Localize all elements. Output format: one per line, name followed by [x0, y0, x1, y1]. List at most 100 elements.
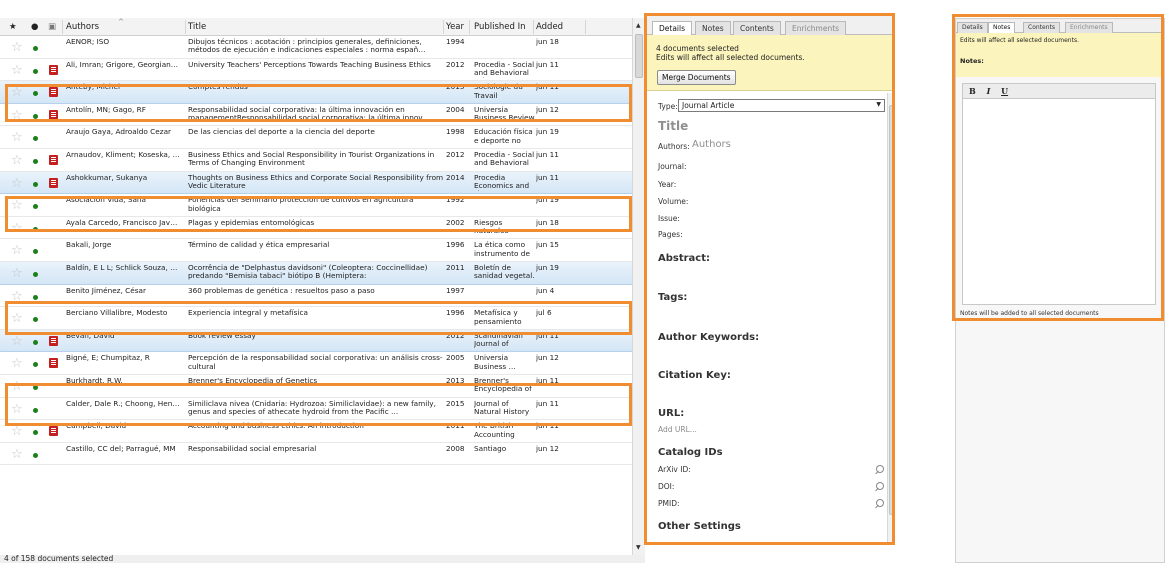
star-icon[interactable]: ☆ — [11, 245, 23, 257]
cell-title: Comptes rendus — [188, 83, 248, 92]
cell-authors: Ayala Carcedo, Francisco Jav… — [66, 218, 178, 227]
star-icon[interactable]: ☆ — [11, 358, 23, 370]
favourite-column-header[interactable]: ★ — [9, 22, 17, 32]
table-row[interactable]: ☆ Anteby, Michel Comptes rendus 2015 Sociolo… — [0, 81, 632, 104]
star-icon[interactable]: ☆ — [11, 110, 23, 122]
star-icon[interactable]: ☆ — [11, 178, 23, 190]
table-row[interactable]: ☆ Araujo Gaya, Adroaldo Cezar De las cienc… — [0, 126, 632, 149]
pmid-lookup-search-icon[interactable] — [874, 499, 884, 509]
star-icon[interactable]: ☆ — [11, 65, 23, 77]
table-row[interactable]: ☆ Castillo, CC del; Parragué, MM Responsab… — [0, 442, 632, 466]
title-column-header[interactable]: Title — [188, 22, 206, 32]
pdf-file-icon[interactable] — [49, 177, 58, 188]
star-icon[interactable]: ☆ — [11, 404, 23, 416]
table-row[interactable]: ☆ Baldín, E L L; Schlick Souza, … Ocorrênc… — [0, 261, 632, 285]
tab-enrichments[interactable]: Enrichments — [785, 21, 847, 35]
star-icon[interactable]: ☆ — [11, 132, 23, 144]
pdf-file-icon[interactable] — [49, 335, 58, 346]
star-icon[interactable]: ☆ — [11, 426, 23, 438]
table-row[interactable]: ☆ Arnaudov, Kliment; Koseska, … Business E… — [0, 148, 632, 172]
tab-enrichments[interactable]: Enrichments — [1065, 22, 1113, 33]
table-row[interactable]: ☆ Bevan, David Book review essay 2012 Scandi… — [0, 329, 632, 353]
star-icon[interactable]: ☆ — [11, 42, 23, 54]
author-keywords-section-title[interactable]: Author Keywords: — [658, 332, 759, 343]
table-row[interactable]: ☆ Ali, Imran; Grigore, Georgian… Universit… — [0, 58, 632, 82]
details-tab-bar: Details Notes Contents Enrichments — [646, 15, 894, 36]
doi-lookup-search-icon[interactable] — [874, 482, 884, 492]
table-row[interactable]: ☆ Ayala Carcedo, Francisco Jav… Plagas y e… — [0, 216, 632, 240]
authors-column-header[interactable]: Authors — [66, 22, 99, 32]
cell-year: 2011 — [446, 422, 465, 431]
read-column-header[interactable]: ● — [31, 22, 38, 32]
star-icon[interactable]: ☆ — [11, 449, 23, 461]
notes-tab-bar: Details Notes Contents Enrichments — [956, 19, 1164, 34]
bold-button[interactable]: B — [969, 86, 976, 96]
authors-field[interactable]: Authors — [692, 139, 731, 150]
star-icon[interactable]: ☆ — [11, 291, 23, 303]
table-row[interactable]: ☆ Ashokkumar, Sukanya Thoughts on Business… — [0, 171, 632, 195]
underline-button[interactable]: U — [1001, 86, 1008, 96]
abstract-section-title[interactable]: Abstract: — [658, 253, 710, 264]
cell-year: 2015 — [446, 83, 465, 92]
tags-section-title[interactable]: Tags: — [658, 292, 687, 303]
table-row[interactable]: ☆ Antolín, MN; Gago, RF Responsabilidad so… — [0, 103, 632, 127]
star-icon[interactable]: ☆ — [11, 268, 23, 280]
table-row[interactable]: ☆ AENOR; ISO Dibujos técnicos : acotación … — [0, 36, 632, 59]
scroll-down-arrow-icon[interactable]: ▼ — [636, 544, 641, 551]
table-row[interactable]: ☆ Campbell, David Accounting and business … — [0, 420, 632, 443]
tab-contents[interactable]: Contents — [733, 21, 781, 35]
tab-contents[interactable]: Contents — [1023, 22, 1060, 33]
cell-year: 1994 — [446, 38, 465, 46]
scroll-up-arrow-icon[interactable]: ▲ — [636, 22, 641, 29]
arxiv-lookup-search-icon[interactable] — [874, 465, 884, 475]
italic-button[interactable]: I — [987, 86, 991, 96]
cell-added: jun 11 — [536, 399, 559, 408]
add-url-link[interactable]: Add URL... — [658, 425, 697, 434]
notes-editor[interactable] — [962, 99, 1156, 305]
journal-label[interactable]: Journal: — [658, 162, 686, 171]
file-column-header[interactable]: ▣ — [48, 22, 56, 32]
cell-published-in: Sociologie du Travail — [474, 83, 523, 100]
table-row[interactable]: ☆ Calder, Dale R.; Choong, Hen… Similiclav… — [0, 397, 632, 421]
star-icon[interactable]: ☆ — [11, 223, 23, 235]
star-icon[interactable]: ☆ — [11, 87, 23, 99]
pdf-file-icon[interactable] — [49, 64, 58, 75]
pdf-file-icon[interactable] — [49, 87, 58, 98]
cell-authors: Ashokkumar, Sukanya — [66, 173, 148, 182]
details-scroll-thumb[interactable] — [889, 105, 894, 515]
document-type-select[interactable]: Journal Article ▼ — [678, 99, 885, 112]
star-icon[interactable]: ☆ — [11, 336, 23, 348]
pages-label[interactable]: Pages: — [658, 230, 683, 239]
tab-details[interactable]: Details — [957, 22, 988, 33]
year-column-header[interactable]: Year — [446, 22, 464, 32]
table-row[interactable]: ☆ Bigné, E; Chumpitaz, R Percepción de la … — [0, 352, 632, 375]
table-row[interactable]: ☆ Berciano Villalibre, Modesto Experiencia… — [0, 307, 632, 330]
citation-key-section-title[interactable]: Citation Key: — [658, 370, 731, 381]
year-label[interactable]: Year: — [658, 180, 676, 189]
star-icon[interactable]: ☆ — [11, 200, 23, 212]
added-column-header[interactable]: Added — [536, 22, 563, 32]
cell-title: Brenner's Encyclopedia of Genetics — [188, 376, 318, 385]
pdf-file-icon[interactable] — [49, 154, 58, 165]
table-row[interactable]: ☆ Burkhardt, R.W. Brenner's Encyclopedia o… — [0, 374, 632, 398]
issue-label[interactable]: Issue: — [658, 214, 680, 223]
list-scrollbar[interactable]: ▲ ▼ — [632, 18, 645, 555]
pdf-file-icon[interactable] — [49, 358, 58, 369]
star-icon[interactable]: ☆ — [11, 313, 23, 325]
published-in-column-header[interactable]: Published In — [474, 22, 526, 32]
merge-documents-button[interactable]: Merge Documents — [657, 70, 736, 85]
details-scrollbar[interactable] — [887, 93, 894, 544]
volume-label[interactable]: Volume: — [658, 197, 688, 206]
table-row[interactable]: ☆ Benito Jiménez, César 360 problemas de g… — [0, 284, 632, 308]
tab-details[interactable]: Details — [652, 21, 693, 36]
tab-notes[interactable]: Notes — [695, 21, 731, 35]
pdf-file-icon[interactable] — [49, 109, 58, 120]
pdf-file-icon[interactable] — [49, 426, 58, 437]
list-scroll-thumb[interactable] — [635, 34, 643, 78]
title-field[interactable]: Title — [658, 119, 688, 133]
other-settings-section-title[interactable]: Other Settings — [658, 521, 741, 532]
table-row[interactable]: ☆ Asociación Vida, Sana Ponencias del Semi… — [0, 194, 632, 217]
star-icon[interactable]: ☆ — [11, 381, 23, 393]
table-row[interactable]: ☆ Bakali, Jorge Término de calidad y ética… — [0, 239, 632, 262]
star-icon[interactable]: ☆ — [11, 155, 23, 167]
